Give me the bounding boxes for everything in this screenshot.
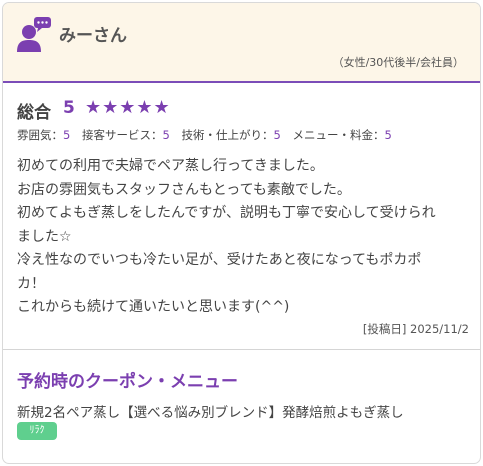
rating-label: 総合 — [17, 103, 51, 123]
sub-rating-menu-price: メニュー・料金：5 — [292, 128, 391, 142]
review-header: みーさん （女性/30代後半/会社員） — [3, 3, 480, 83]
post-date: [投稿日] 2025/11/2 — [362, 322, 469, 336]
sub-rating-service: 接客サービス：5 — [82, 128, 170, 142]
sub-rating-label: 雰囲気： — [17, 128, 63, 142]
review-card: みーさん （女性/30代後半/会社員） 総合 5 ★★★★★ 雰囲気：5 接客サ… — [2, 2, 481, 464]
sub-rating-atmosphere: 雰囲気：5 — [17, 128, 70, 142]
sub-rating-value: 5 — [162, 128, 170, 142]
review-line: これからも続けて通いたいと思います(^^) — [17, 299, 290, 315]
sub-rating-value: 5 — [273, 128, 281, 142]
reviewer-name: みーさん — [59, 26, 127, 46]
review-line: お店の雰囲気もスタッフさんもとっても素敵でした。 — [17, 181, 351, 198]
sub-rating-label: 技術・仕上がり： — [181, 128, 274, 142]
review-line: 初めてよもぎ蒸しをしたんですが、説明も丁寧で安心して受けられ — [17, 205, 436, 221]
sub-rating-technique: 技術・仕上がり：5 — [181, 128, 280, 142]
section-divider — [3, 349, 480, 350]
category-badge: ﾘﾗｸ — [17, 422, 57, 440]
sub-rating-value: 5 — [384, 128, 392, 142]
reviewer-profile: （女性/30代後半/会社員） — [332, 56, 464, 69]
user-chat-icon — [17, 17, 51, 52]
sub-rating-value: 5 — [63, 128, 71, 142]
sub-rating-label: メニュー・料金： — [292, 128, 385, 142]
review-line: 初めての利用で夫婦でペア蒸し行ってきました。 — [17, 158, 324, 174]
review-line: カ！ — [17, 275, 45, 292]
review-line: ました☆ — [17, 228, 72, 245]
sub-rating-label: 接客サービス： — [81, 128, 163, 142]
rating-score: 5 — [63, 98, 75, 118]
review-body: 初めての利用で夫婦でペア蒸し行ってきました。 お店の雰囲気もスタッフさんもとって… — [17, 155, 472, 320]
review-line: 冷え性なのでいつも冷たい足が、受けたあと夜になってもポカポ — [17, 252, 422, 268]
coupon-menu-link[interactable]: 新規2名ペア蒸し【選べる悩み別ブレンド】発酵焙煎よもぎ蒸し — [17, 401, 404, 421]
star-rating-icon: ★★★★★ — [85, 97, 171, 118]
coupon-heading: 予約時のクーポン・メニュー — [17, 372, 238, 392]
sub-ratings: 雰囲気：5 接客サービス：5 技術・仕上がり：5 メニュー・料金：5 — [17, 127, 400, 143]
